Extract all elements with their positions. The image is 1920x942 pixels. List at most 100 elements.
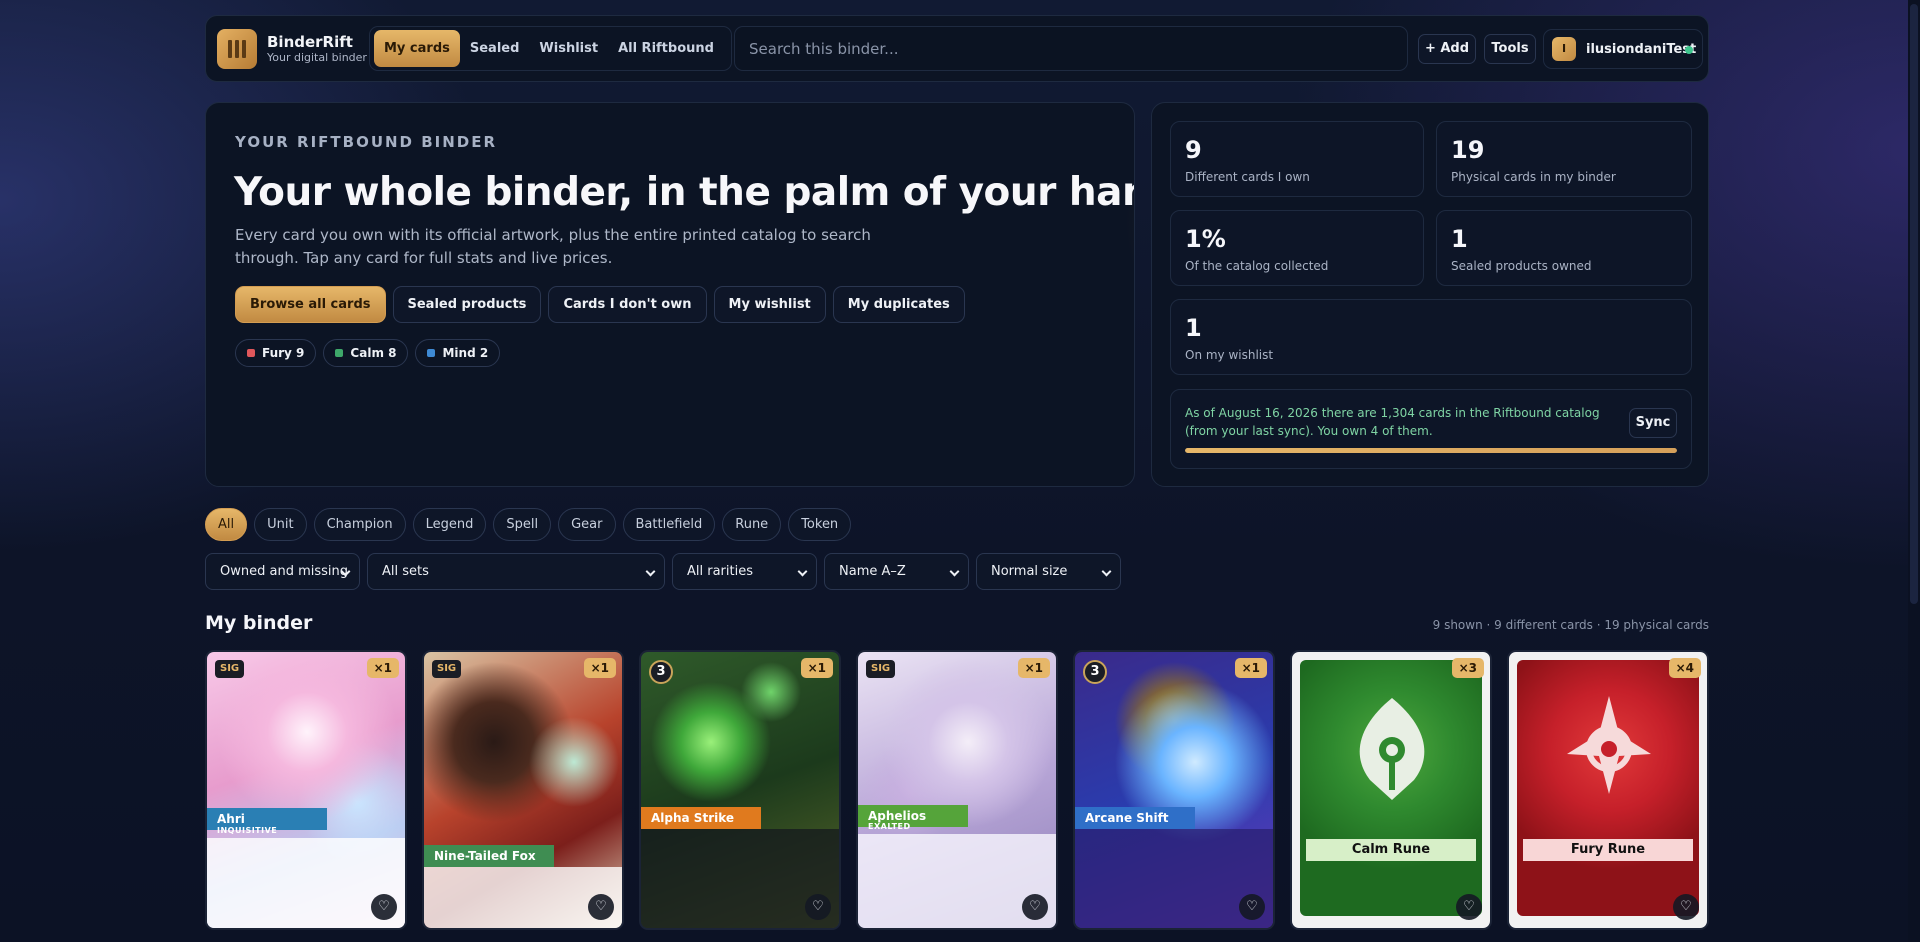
domain-chip-fury[interactable]: Fury 9 [235,339,317,367]
card-grid: SIG ×1 Ahri INQUISITIVE ♡ SIG ×1 Nine-Ta… [205,650,1709,930]
browse-all-cards-button[interactable]: Browse all cards [235,286,386,323]
signature-badge: SIG [866,660,896,678]
owned-count-badge: ×4 [1668,658,1701,678]
domain-chip-calm[interactable]: Calm 8 [323,339,409,367]
heart-icon[interactable]: ♡ [588,894,614,920]
brand-name: BinderRift [267,33,353,51]
scrollbar-thumb[interactable] [1910,4,1918,604]
tab-sealed[interactable]: Sealed [460,30,530,67]
owned-count-badge: ×1 [1234,658,1267,678]
domain-chips: Fury 9 Calm 8 Mind 2 [235,339,501,367]
sync-progress-bar [1185,448,1677,453]
heart-icon[interactable]: ♡ [805,894,831,920]
signature-badge: SIG [432,660,462,678]
card-type-filters: All Unit Champion Legend Spell Gear Batt… [205,508,852,541]
card-name: Arcane Shift [1075,807,1195,829]
my-duplicates-button[interactable]: My duplicates [832,286,965,323]
mind-dot-icon [427,349,436,357]
type-filter-champion[interactable]: Champion [313,508,406,541]
card-tile[interactable]: Calm Rune ×3 ♡ [1290,650,1492,930]
card-subtitle: INQUISITIVE [217,826,278,835]
heart-icon[interactable]: ♡ [1456,894,1482,920]
sync-progress-fill [1185,448,1677,453]
type-filter-gear[interactable]: Gear [558,508,616,541]
filter-selects: Owned and missing All sets All rarities … [205,553,1121,590]
owned-count-badge: ×1 [800,658,833,678]
sort-select[interactable]: Name A–Z [824,553,969,590]
card-tile[interactable]: SIG ×1 Ahri INQUISITIVE ♡ [205,650,407,930]
search-input[interactable]: Search this binder... [734,26,1408,71]
calm-dot-icon [335,349,344,357]
energy-cost-badge: 3 [1083,660,1107,684]
heart-icon[interactable]: ♡ [1673,894,1699,920]
sync-status-text: As of August 16, 2026 there are 1,304 ca… [1185,406,1600,438]
chevron-down-icon [949,566,960,577]
type-filter-token[interactable]: Token [788,508,852,541]
type-filter-battlefield[interactable]: Battlefield [622,508,716,541]
ownership-select[interactable]: Owned and missing [205,553,360,590]
my-wishlist-button[interactable]: My wishlist [713,286,826,323]
stat-physical-cards: 19 Physical cards in my binder [1436,121,1692,197]
add-button[interactable]: + Add [1418,34,1476,64]
signature-badge: SIG [215,660,245,678]
online-status-dot [1685,46,1693,54]
card-name: Alpha Strike [641,807,761,829]
card-tile[interactable]: Fury Rune ×4 ♡ [1507,650,1709,930]
stats-panel: 9 Different cards I own 19 Physical card… [1151,102,1709,487]
hero-actions: Browse all cards Sealed products Cards I… [235,286,965,323]
type-filter-legend[interactable]: Legend [412,508,487,541]
stat-catalog-collected: 1% Of the catalog collected [1170,210,1424,286]
top-nav: BinderRift Your digital binder My cards … [205,15,1709,82]
sealed-products-button[interactable]: Sealed products [392,286,542,323]
type-filter-unit[interactable]: Unit [254,508,307,541]
domain-chip-mind[interactable]: Mind 2 [415,339,501,367]
stat-sealed-owned: 1 Sealed products owned [1436,210,1692,286]
owned-count-badge: ×1 [366,658,399,678]
binder-title: My binder [205,612,313,634]
card-subtitle: EXALTED [868,822,911,831]
card-tile[interactable]: 3 ×1 Alpha Strike ♡ [639,650,841,930]
sync-button[interactable]: Sync [1629,408,1677,438]
type-filter-spell[interactable]: Spell [493,508,552,541]
heart-icon[interactable]: ♡ [1239,894,1265,920]
card-tile[interactable]: SIG ×1 Nine-Tailed Fox ♡ [422,650,624,930]
hero-panel: YOUR RIFTBOUND BINDER Your whole binder,… [205,102,1135,487]
user-menu[interactable]: I ilusiondaniTest [1543,29,1703,69]
brand-tagline: Your digital binder [267,51,367,64]
rarity-select[interactable]: All rarities [672,553,817,590]
type-filter-rune[interactable]: Rune [722,508,782,541]
nav-tabs: My cards Sealed Wishlist All Riftbound [369,26,732,71]
tab-all-riftbound[interactable]: All Riftbound [608,30,724,67]
stat-different-cards: 9 Different cards I own [1170,121,1424,197]
fury-dot-icon [247,349,255,357]
catalog-sync-box: As of August 16, 2026 there are 1,304 ca… [1170,389,1692,469]
heart-icon[interactable]: ♡ [371,894,397,920]
owned-count-badge: ×3 [1451,658,1484,678]
search-placeholder: Search this binder... [749,40,899,58]
cards-not-owned-button[interactable]: Cards I don't own [548,286,707,323]
card-name: Nine-Tailed Fox [424,845,554,867]
binder-logo-icon [217,29,257,69]
chevron-down-icon [797,566,808,577]
stat-wishlist: 1 On my wishlist [1170,299,1692,375]
calm-rune-icon [1359,698,1425,800]
tab-my-cards[interactable]: My cards [374,30,460,67]
type-filter-all[interactable]: All [205,508,248,541]
card-name: Calm Rune [1306,839,1476,861]
owned-count-badge: ×1 [583,658,616,678]
tools-button[interactable]: Tools [1484,34,1536,64]
page-scrollbar[interactable] [1908,0,1920,942]
hero-description: Every card you own with its official art… [235,226,871,267]
brand[interactable]: BinderRift Your digital binder [217,29,367,69]
hero-eyebrow: YOUR RIFTBOUND BINDER [235,133,498,151]
energy-cost-badge: 3 [649,660,673,684]
set-select[interactable]: All sets [367,553,665,590]
card-name: Fury Rune [1523,839,1693,861]
chevron-down-icon [1101,566,1112,577]
heart-icon[interactable]: ♡ [1022,894,1048,920]
size-select[interactable]: Normal size [976,553,1121,590]
card-tile[interactable]: SIG ×1 Aphelios EXALTED ♡ [856,650,1058,930]
tab-wishlist[interactable]: Wishlist [529,30,608,67]
fury-rune-icon [1567,696,1651,794]
card-tile[interactable]: 3 ×1 Arcane Shift ♡ [1073,650,1275,930]
